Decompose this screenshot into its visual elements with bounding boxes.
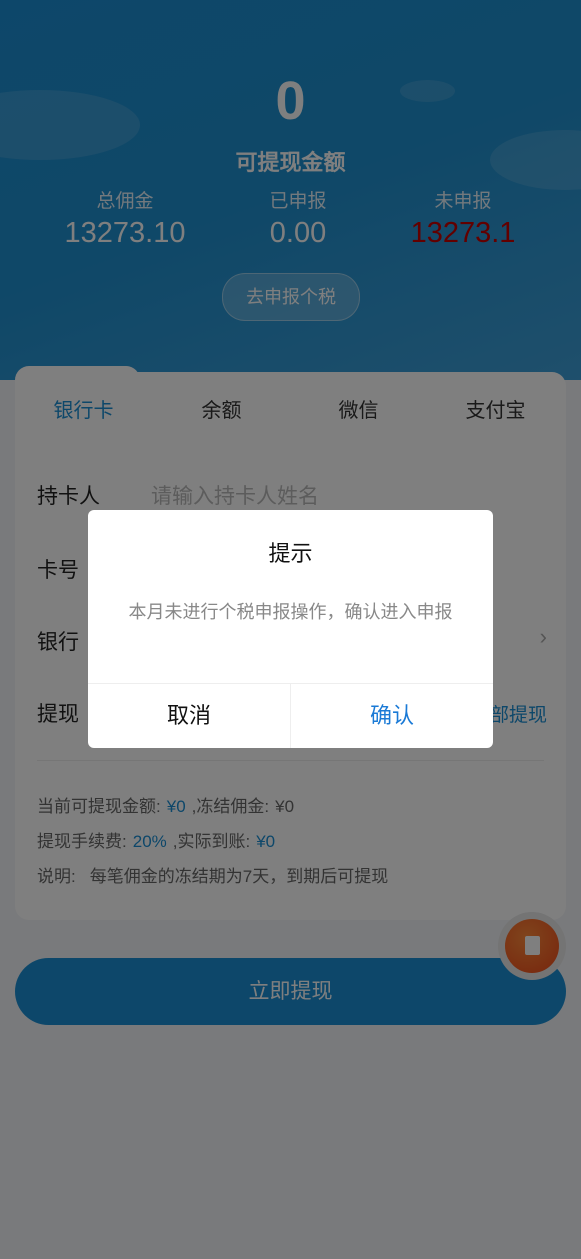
dialog-title: 提示 <box>268 541 313 566</box>
cancel-button[interactable]: 取消 <box>88 684 290 748</box>
dialog-message: 本月未进行个税申报操作，确认进入申报 <box>128 602 453 622</box>
confirm-dialog: 提示 本月未进行个税申报操作，确认进入申报 取消 确认 <box>88 510 493 748</box>
confirm-button[interactable]: 确认 <box>291 684 493 748</box>
